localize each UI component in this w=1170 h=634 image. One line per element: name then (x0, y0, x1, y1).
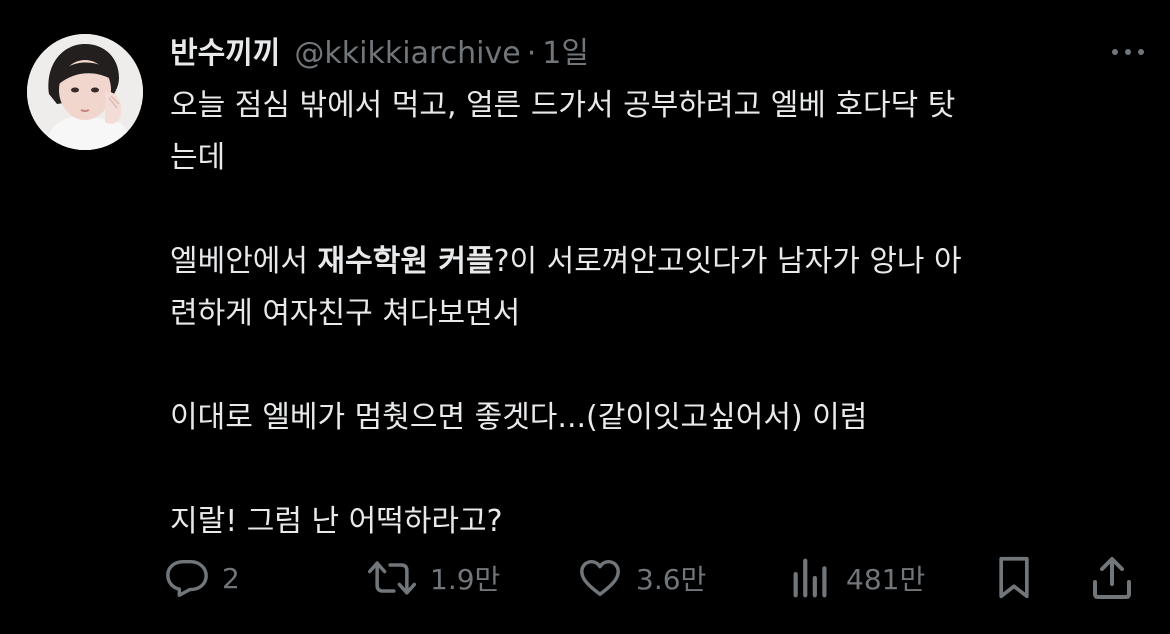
share-icon (1093, 557, 1131, 599)
tweet-line: 련하게 여자친구 쳐다보면서 (170, 296, 521, 331)
more-dot (1125, 49, 1131, 55)
separator-dot: · (526, 36, 537, 71)
more-dot (1138, 49, 1144, 55)
views-count: 481만 (846, 563, 926, 596)
more-dot (1112, 49, 1118, 55)
views-icon (793, 558, 827, 598)
like-count: 3.6만 (636, 563, 707, 596)
avatar[interactable] (27, 34, 143, 150)
handle[interactable]: @kkikkiarchive (294, 34, 520, 74)
timestamp[interactable]: 1일 (542, 34, 589, 74)
tweet-line: 이대로 엘베가 멈췃으면 좋겟다...(같이잇고싶어서) 이럼 (170, 400, 868, 435)
tweet-line: 엘베안에서 재수학원 커플?이 서로껴안고잇다가 남자가 앙나 아 (170, 236, 1145, 288)
tweet-text-segment: 엘베안에서 (170, 244, 318, 279)
bookmark-button[interactable] (992, 550, 1036, 606)
tweet-line: 는데 (170, 140, 226, 175)
display-name[interactable]: 반수끼끼 (170, 34, 280, 74)
tweet-text-bold: 재수학원 커플 (317, 244, 494, 279)
reply-icon (166, 559, 208, 597)
tweet-text: 오늘 점심 밖에서 먹고, 얼른 드가서 공부하려고 엘베 호다닥 탓 는데 엘… (170, 80, 1145, 548)
retweet-button[interactable]: 1.9만 (366, 550, 500, 606)
tweet-text-segment: ?이 서로껴안고잇다가 남자가 앙나 아 (493, 244, 962, 279)
like-button[interactable]: 3.6만 (576, 550, 706, 606)
tweet-line: 지랄! 그럼 난 어떡하라고? (170, 504, 503, 539)
retweet-icon (367, 561, 417, 595)
tweet-line: 오늘 점심 밖에서 먹고, 얼른 드가서 공부하려고 엘베 호다닥 탓 (170, 88, 956, 123)
more-options-icon[interactable] (1104, 34, 1152, 70)
avatar-image (27, 34, 143, 150)
tweet: 반수끼끼 @kkikkiarchive · 1일 오늘 점심 밖에서 먹고, 얼… (0, 0, 1170, 634)
heart-icon (580, 559, 620, 597)
action-bar: 2 1.9만 3.6만 481만 (160, 550, 1145, 606)
reply-button[interactable]: 2 (164, 550, 240, 606)
views-button[interactable]: 481만 (788, 550, 925, 606)
tweet-header: 반수끼끼 @kkikkiarchive · 1일 (170, 34, 589, 74)
share-button[interactable] (1088, 550, 1136, 606)
retweet-count: 1.9만 (430, 563, 501, 596)
reply-count: 2 (222, 561, 240, 595)
bookmark-icon (999, 556, 1029, 599)
